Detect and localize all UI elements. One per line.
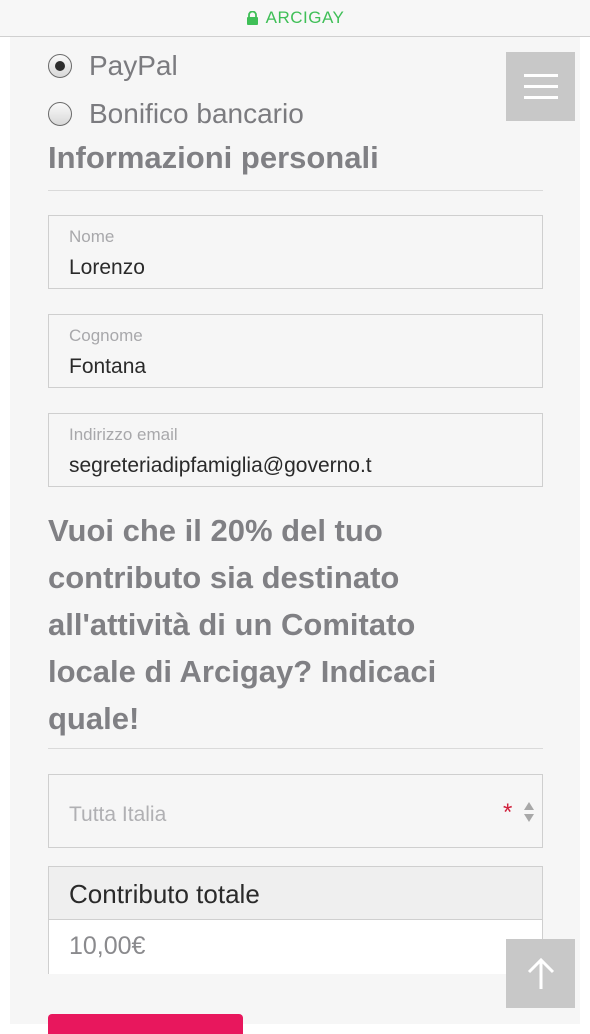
required-mark: *	[503, 799, 513, 826]
bonifico-label: Bonifico bancario	[89, 98, 304, 129]
total-body: 10,00€	[49, 920, 542, 974]
payment-option-paypal[interactable]: PayPal	[48, 50, 178, 82]
committee-question: Vuoi che il 20% del tuo contributo sia d…	[48, 507, 436, 742]
nome-label: Nome	[69, 227, 115, 246]
paypal-radio[interactable]	[48, 54, 72, 78]
committee-select-value: Tutta Italia	[69, 803, 167, 826]
email-label: Indirizzo email	[69, 425, 178, 444]
personal-info-heading: Informazioni personali	[48, 140, 379, 175]
total-contribution-box: Contributo totale 10,00€	[48, 866, 543, 974]
divider	[48, 748, 543, 749]
committee-question-line: Vuoi che il 20% del tuo	[48, 513, 383, 548]
scroll-top-arrow	[527, 957, 554, 989]
total-header: Contributo totale	[49, 867, 542, 920]
email-input[interactable]	[69, 454, 529, 478]
lock-icon	[246, 11, 258, 25]
sort-arrows-icon	[524, 802, 534, 822]
paypal-label: PayPal	[89, 50, 178, 81]
committee-question-line: contributo sia destinato	[48, 560, 400, 595]
hamburger-menu-icon[interactable]	[506, 52, 575, 121]
committee-select[interactable]: Tutta Italia *	[48, 774, 543, 848]
url-domain: ARCIGAY	[265, 8, 345, 27]
committee-question-line: quale!	[48, 701, 140, 736]
nome-field[interactable]: Nome	[48, 215, 543, 289]
donate-button[interactable]	[48, 1014, 243, 1034]
committee-question-line: locale di Arcigay? Indicaci	[48, 654, 437, 689]
email-field[interactable]: Indirizzo email	[48, 413, 543, 487]
nome-input[interactable]	[69, 256, 529, 280]
arrow-up-icon[interactable]	[506, 939, 575, 1008]
payment-option-bonifico[interactable]: Bonifico bancario	[48, 98, 304, 130]
cognome-input[interactable]	[69, 355, 529, 379]
committee-question-line: all'attività di un Comitato	[48, 607, 416, 642]
total-title: Contributo totale	[69, 879, 260, 909]
total-value: 10,00€	[69, 932, 146, 960]
donation-form-page: PayPal Bonifico bancario Informazioni pe…	[10, 37, 580, 1034]
browser-url-bar[interactable]: ARCIGAY	[0, 0, 590, 37]
cognome-label: Cognome	[69, 326, 143, 345]
cognome-field[interactable]: Cognome	[48, 314, 543, 388]
bonifico-radio[interactable]	[48, 102, 72, 126]
divider	[48, 190, 543, 191]
